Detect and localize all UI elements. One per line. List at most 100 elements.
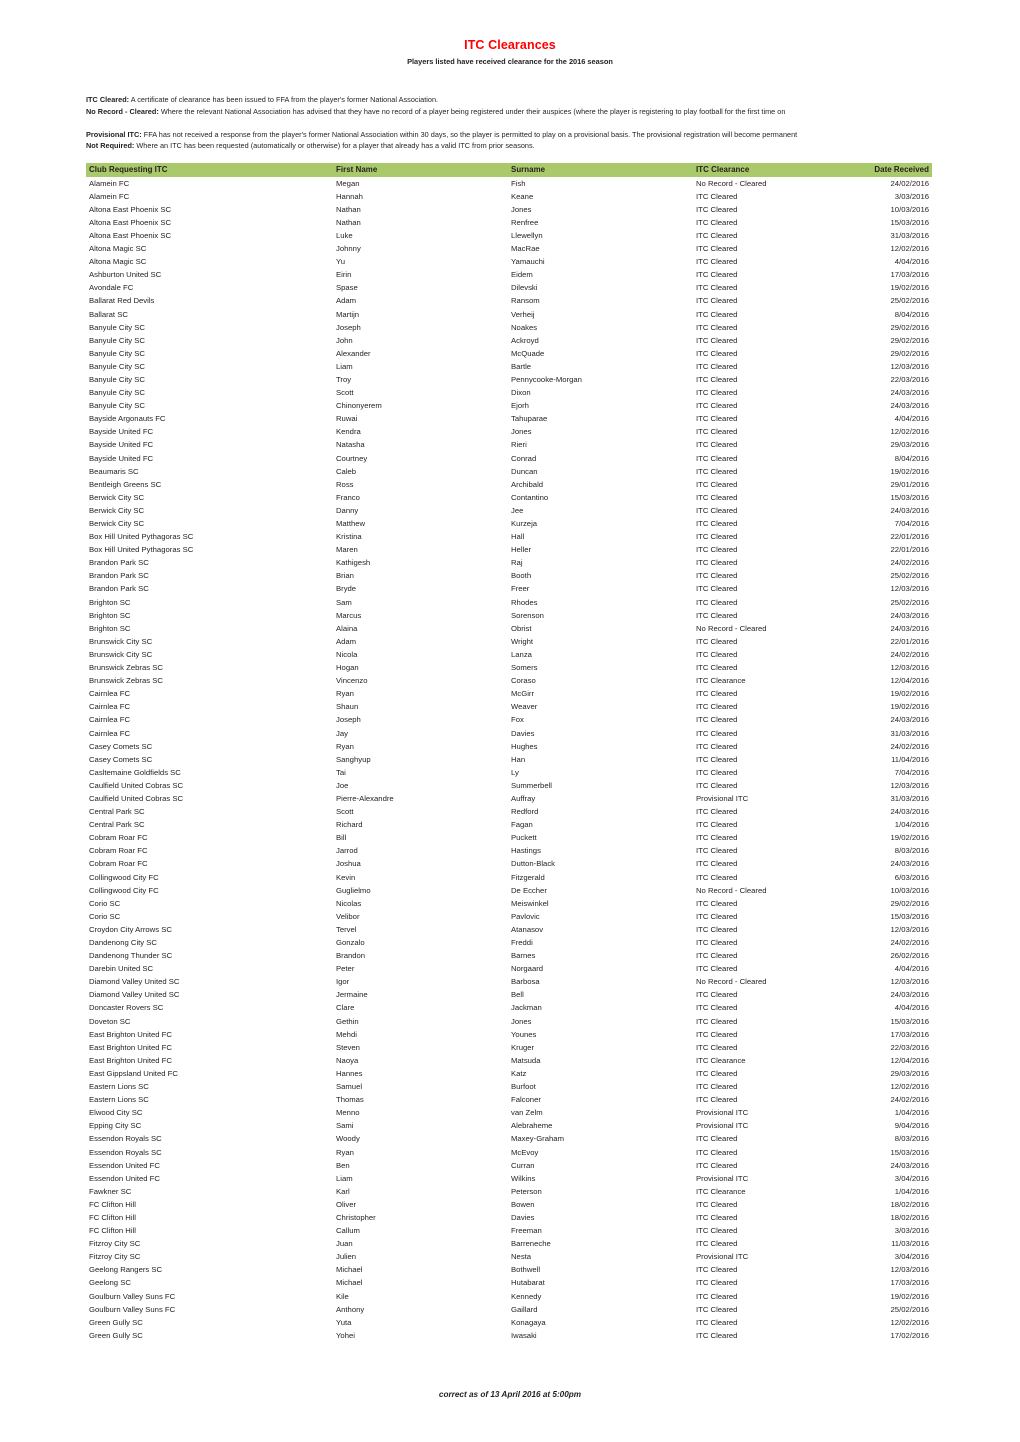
table-cell-first-name: Alexander xyxy=(336,348,371,358)
table-cell-club: Brunswick City SC xyxy=(89,636,153,646)
table-cell-date-received: 1/04/2016 xyxy=(894,1186,929,1196)
table-cell-itc-clearance: ITC Cleared xyxy=(696,1147,738,1157)
table-cell-surname: Auffray xyxy=(511,793,536,803)
definitions-block: ITC Cleared: A certificate of clearance … xyxy=(86,94,966,152)
table-cell-first-name: Joshua xyxy=(336,859,361,869)
definition-text: Where the relevant National Association … xyxy=(158,106,786,116)
table-cell-date-received: 15/03/2016 xyxy=(890,1147,929,1157)
table-row: Bayside United FC Kendra Jones ITC Cleared 1… xyxy=(86,425,932,438)
table-row: Altona East Phoenix SC Luke Llewellyn ITC C… xyxy=(86,229,932,242)
table-cell-club: Corio SC xyxy=(89,898,121,908)
table-cell-itc-clearance: Provisional ITC xyxy=(696,1121,749,1131)
table-row: Fitzroy City SC Juan Barreneche ITC Cleared… xyxy=(86,1237,932,1250)
table-row: Bayside Argonauts FC Ruwai Tahuparae ITC Cl… xyxy=(86,412,932,425)
table-header-row: Club Requesting ITC First Name Surname I… xyxy=(86,163,932,177)
table-row: Altona Magic SC Johnny MacRae ITC Cleared 12… xyxy=(86,242,932,255)
table-cell-first-name: Luke xyxy=(336,230,353,240)
table-cell-club: Brighton SC xyxy=(89,597,131,607)
table-cell-date-received: 8/04/2016 xyxy=(894,453,929,463)
table-cell-itc-clearance: ITC Cleared xyxy=(696,584,738,594)
table-cell-surname: Dilevski xyxy=(511,283,538,293)
table-cell-surname: De Eccher xyxy=(511,885,547,895)
table-cell-first-name: Maren xyxy=(336,545,358,555)
table-cell-first-name: Alaina xyxy=(336,623,358,633)
table-cell-first-name: Ruwai xyxy=(336,414,358,424)
table-cell-club: Diamond Valley United SC xyxy=(89,977,180,987)
table-row: Berwick City SC Matthew Kurzeja ITC Cleared… xyxy=(86,517,932,530)
table-cell-surname: Meiswinkel xyxy=(511,898,549,908)
table-cell-itc-clearance: ITC Cleared xyxy=(696,820,738,830)
table-cell-club: Altona Magic SC xyxy=(89,244,147,254)
table-row: Beaumaris SC Caleb Duncan ITC Cleared 19/02/… xyxy=(86,465,932,478)
table-cell-itc-clearance: ITC Cleared xyxy=(696,545,738,555)
table-cell-date-received: 22/03/2016 xyxy=(890,1042,929,1052)
table-cell-date-received: 24/03/2016 xyxy=(890,859,929,869)
table-cell-itc-clearance: ITC Cleared xyxy=(696,414,738,424)
table-row: Alamein FC Hannah Keane ITC Cleared 3/03/201… xyxy=(86,190,932,203)
table-cell-date-received: 8/03/2016 xyxy=(894,846,929,856)
table-row: Brandon Park SC Kathigesh Raj ITC Cleared 24… xyxy=(86,556,932,569)
table-cell-date-received: 24/03/2016 xyxy=(890,715,929,725)
table-row: FC Clifton Hill Callum Freeman ITC Cleared 3… xyxy=(86,1224,932,1237)
table-cell-itc-clearance: ITC Cleared xyxy=(696,1239,738,1249)
table-cell-first-name: Danny xyxy=(336,505,359,515)
table-cell-date-received: 6/03/2016 xyxy=(894,872,929,882)
table-row: Cairnlea FC Ryan McGirr ITC Cleared 19/02/20… xyxy=(86,687,932,700)
table-cell-first-name: Steven xyxy=(336,1042,360,1052)
table-cell-first-name: Nathan xyxy=(336,217,361,227)
table-row: Essendon Royals SC Woody Maxey-Graham ITC C… xyxy=(86,1132,932,1145)
table-cell-surname: Konagaya xyxy=(511,1317,546,1327)
table-cell-club: Berwick City SC xyxy=(89,505,145,515)
table-cell-itc-clearance: ITC Cleared xyxy=(696,335,738,345)
table-cell-itc-clearance: ITC Cleared xyxy=(696,283,738,293)
table-cell-surname: Kurzeja xyxy=(511,519,538,529)
table-cell-club: Altona East Phoenix SC xyxy=(89,217,172,227)
table-cell-club: Corio SC xyxy=(89,911,121,921)
table-cell-club: Bayside Argonauts FC xyxy=(89,414,166,424)
definition-itc-cleared: ITC Cleared: A certificate of clearance … xyxy=(86,94,966,106)
table-cell-club: Cobram Roar FC xyxy=(89,833,148,843)
table-cell-club: Banyule City SC xyxy=(89,322,145,332)
table-cell-first-name: Marcus xyxy=(336,610,362,620)
table-cell-first-name: Oliver xyxy=(336,1199,357,1209)
table-cell-itc-clearance: No Record - Cleared xyxy=(696,885,767,895)
table-cell-itc-clearance: ITC Cleared xyxy=(696,296,738,306)
table-cell-itc-clearance: ITC Cleared xyxy=(696,479,738,489)
table-cell-club: Dandenong City SC xyxy=(89,938,157,948)
table-cell-surname: Rhodes xyxy=(511,597,538,607)
definition-term: Provisional ITC: xyxy=(86,129,142,139)
table-cell-date-received: 12/02/2016 xyxy=(890,427,929,437)
table-cell-itc-clearance: No Record - Cleared xyxy=(696,623,767,633)
table-cell-surname: Jackman xyxy=(511,1003,542,1013)
table-row: Berwick City SC Franco Contantino ITC Clear… xyxy=(86,491,932,504)
table-cell-itc-clearance: ITC Cleared xyxy=(696,1029,738,1039)
table-cell-first-name: Johnny xyxy=(336,244,361,254)
table-row: Alamein FC Megan Fish No Record - Cleared 24… xyxy=(86,177,932,190)
table-cell-date-received: 19/02/2016 xyxy=(890,1291,929,1301)
table-cell-club: Berwick City SC xyxy=(89,492,145,502)
table-cell-first-name: Peter xyxy=(336,964,355,974)
table-cell-surname: Summerbell xyxy=(511,780,553,790)
table-row: Caulfield United Cobras SC Joe Summerbell I… xyxy=(86,779,932,792)
table-cell-first-name: Tervel xyxy=(336,924,357,934)
table-cell-surname: Burfoot xyxy=(511,1082,536,1092)
table-cell-first-name: Sami xyxy=(336,1121,354,1131)
table-cell-surname: Falconer xyxy=(511,1095,541,1105)
table-cell-itc-clearance: ITC Cleared xyxy=(696,597,738,607)
column-header-itc-clearance: ITC Clearance xyxy=(696,163,826,177)
table-cell-itc-clearance: Provisional ITC xyxy=(696,1252,749,1262)
table-cell-first-name: Hannes xyxy=(336,1068,363,1078)
table-cell-itc-clearance: ITC Cleared xyxy=(696,689,738,699)
table-row: Cobram Roar FC Joshua Dutton-Black ITC Clea… xyxy=(86,857,932,870)
table-cell-first-name: Juan xyxy=(336,1239,353,1249)
table-cell-date-received: 17/03/2016 xyxy=(890,270,929,280)
table-row: Box Hill United Pythagoras SC Maren Heller… xyxy=(86,543,932,556)
table-cell-first-name: Julien xyxy=(336,1252,357,1262)
table-cell-surname: Nesta xyxy=(511,1252,532,1262)
table-cell-itc-clearance: ITC Cleared xyxy=(696,1003,738,1013)
table-cell-club: Banyule City SC xyxy=(89,348,145,358)
table-cell-surname: Redford xyxy=(511,807,539,817)
table-cell-surname: Lanza xyxy=(511,649,532,659)
table-cell-itc-clearance: ITC Cleared xyxy=(696,558,738,568)
table-row: Brunswick City SC Adam Wright ITC Cleared 22… xyxy=(86,635,932,648)
